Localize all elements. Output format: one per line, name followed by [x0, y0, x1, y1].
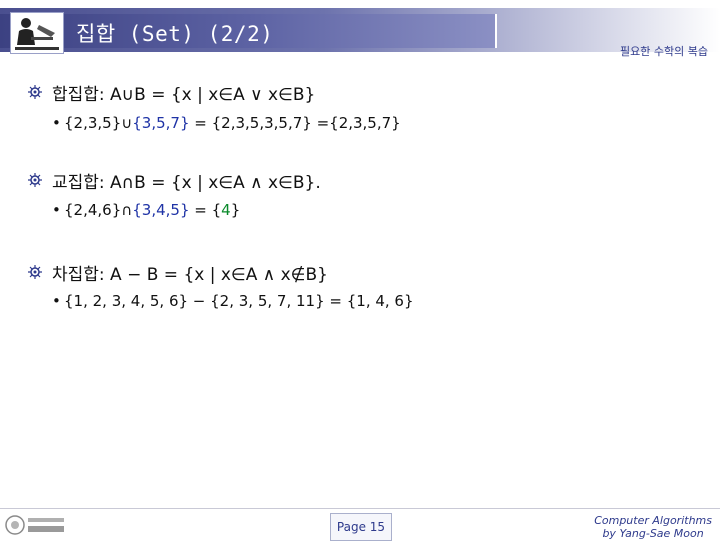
professor-clipart-icon — [10, 12, 64, 54]
intersection-symbol: ∩ — [121, 201, 133, 219]
difference-definition: 차집합: A − B = {x | x∈A ∧ x∉B} — [52, 265, 328, 285]
list-item: • {2,4,6}∩{3,4,5} = {4} — [52, 201, 240, 219]
course-credit: Computer Algorithms by Yang-Sae Moon — [594, 514, 712, 540]
university-logo-icon — [4, 513, 68, 537]
intersection-definition: 교집합: A∩B = {x | x∈A ∧ x∈B}. — [52, 173, 321, 193]
example-difference: {1, 2, 3, 4, 5, 6} − {2, 3, 5, 7, 11} = … — [64, 292, 414, 310]
section-tag: 필요한 수학의 복습 — [620, 45, 708, 58]
sub-bullet: • — [52, 292, 61, 310]
sub-bullet: • — [52, 201, 61, 219]
example-set-a: {2,3,5} — [64, 114, 122, 132]
slide-title: 집합 (Set) (2/2) — [76, 22, 274, 46]
example-result: = {2,3,5,3,5,7} ={2,3,5,7} — [189, 114, 401, 132]
sub-bullet: • — [52, 114, 61, 132]
footer-divider — [0, 508, 720, 509]
union-symbol: ∪ — [121, 114, 133, 132]
list-item: • {1, 2, 3, 4, 5, 6} − {2, 3, 5, 7, 11} =… — [52, 292, 414, 310]
example-set-b: {3,5,7} — [132, 114, 190, 132]
gear-bullet-icon — [28, 172, 42, 187]
list-item: • {2,3,5}∪{3,5,7} = {2,3,5,3,5,7} ={2,3,5… — [52, 114, 401, 132]
example-result-value: 4 — [221, 201, 231, 219]
gear-bullet-icon — [28, 264, 42, 279]
slide-header: 집합 (Set) (2/2) 필요한 수학의 복습 — [0, 0, 720, 60]
example-set-b: {3,4,5} — [132, 201, 190, 219]
union-definition: 합집합: A∪B = {x | x∈A ∨ x∈B} — [52, 85, 316, 105]
example-result-close: } — [230, 201, 241, 219]
gear-bullet-icon — [28, 84, 42, 99]
example-result-open: = { — [189, 201, 222, 219]
credit-author: by Yang-Sae Moon — [602, 527, 704, 540]
example-set-a: {2,4,6} — [64, 201, 122, 219]
page-number: Page 15 — [330, 513, 392, 541]
credit-course: Computer Algorithms — [594, 514, 712, 527]
